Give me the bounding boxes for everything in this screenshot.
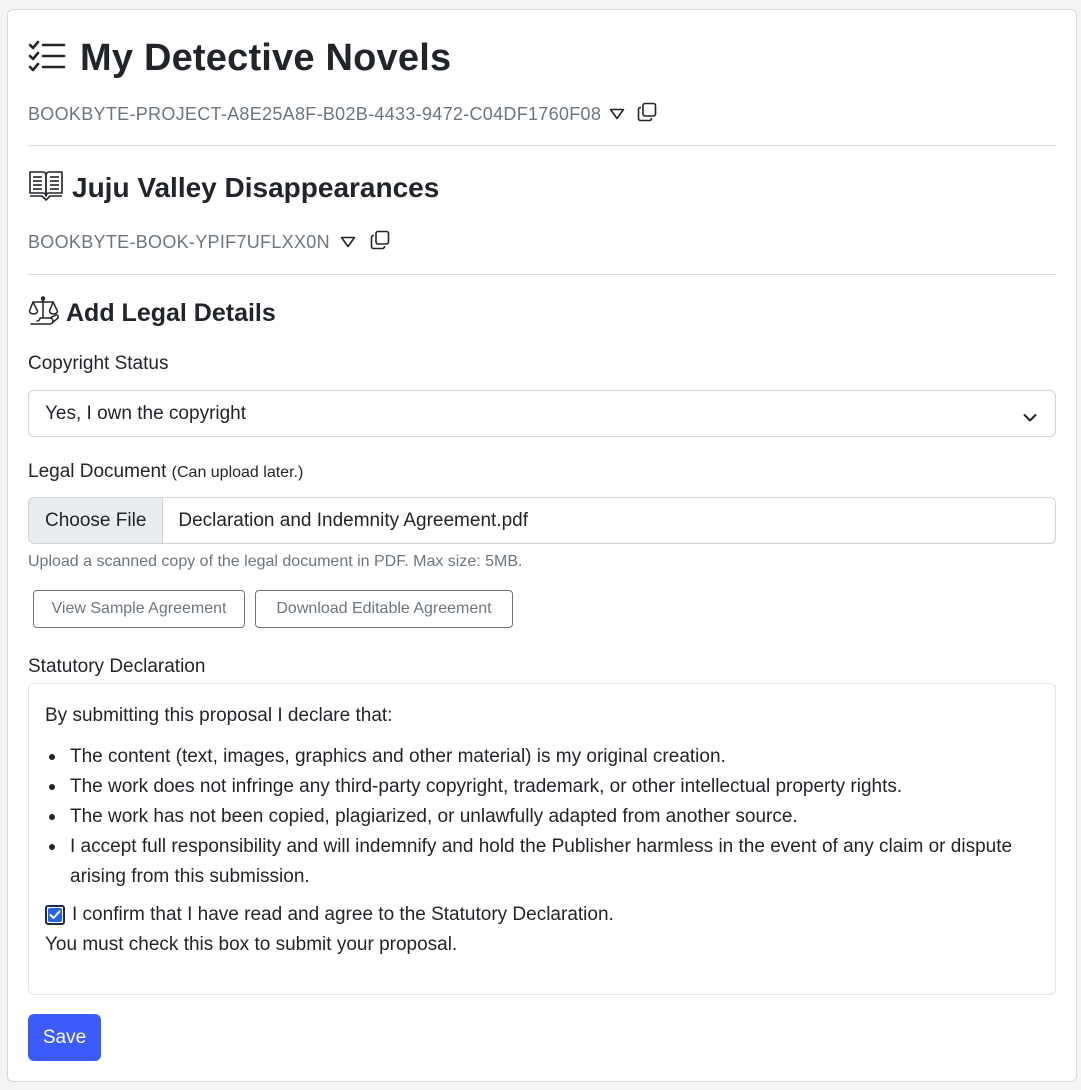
section-header: Add Legal Details bbox=[28, 295, 276, 332]
list-item: The content (text, images, graphics and … bbox=[45, 742, 1035, 772]
book-title: Juju Valley Disappearances bbox=[72, 172, 440, 203]
choose-file-button[interactable]: Choose File bbox=[29, 498, 164, 543]
upload-help-text: Upload a scanned copy of the legal docum… bbox=[28, 553, 523, 570]
selected-file-name: Declaration and Indemnity Agreement.pdf bbox=[178, 509, 528, 531]
copyright-status-value: Yes, I own the copyright bbox=[45, 402, 247, 424]
list-item: The work has not been copied, plagiarize… bbox=[45, 802, 1035, 832]
caret-down-icon[interactable] bbox=[340, 232, 356, 253]
declaration-intro: By submitting this proposal I declare th… bbox=[45, 705, 393, 726]
copy-icon[interactable] bbox=[637, 102, 657, 127]
copyright-status-select[interactable]: Yes, I own the copyright bbox=[28, 390, 1056, 437]
project-id-row: BOOKBYTE-PROJECT-A8E25A8F-B02B-4433-9472… bbox=[28, 102, 657, 127]
project-title: My Detective Novels bbox=[80, 36, 452, 79]
confirm-label[interactable]: I confirm that I have read and agree to … bbox=[72, 904, 614, 926]
statutory-declaration-label: Statutory Declaration bbox=[28, 656, 206, 677]
list-item: I accept full responsibility and will in… bbox=[45, 832, 1035, 892]
view-sample-agreement-button[interactable]: View Sample Agreement bbox=[33, 590, 245, 628]
confirm-row: I confirm that I have read and agree to … bbox=[45, 904, 614, 926]
open-book-icon bbox=[28, 169, 72, 208]
section-title: Add Legal Details bbox=[66, 298, 276, 327]
legal-document-label: Legal Document (Can upload later.) bbox=[28, 461, 303, 483]
download-editable-agreement-button[interactable]: Download Editable Agreement bbox=[255, 590, 513, 628]
must-check-text: You must check this box to submit your p… bbox=[45, 934, 458, 955]
confirm-checkbox[interactable] bbox=[45, 905, 65, 925]
legal-document-note: (Can upload later.) bbox=[171, 464, 304, 481]
copy-icon[interactable] bbox=[370, 230, 390, 255]
project-header: My Detective Novels bbox=[28, 34, 451, 82]
book-id: BOOKBYTE-BOOK-YPIF7UFLXX0N bbox=[28, 232, 330, 252]
statutory-declaration-box: By submitting this proposal I declare th… bbox=[28, 683, 1056, 995]
divider bbox=[28, 145, 1056, 146]
scales-of-justice-icon bbox=[28, 295, 66, 332]
save-button[interactable]: Save bbox=[28, 1014, 101, 1061]
divider bbox=[28, 274, 1056, 275]
project-id: BOOKBYTE-PROJECT-A8E25A8F-B02B-4433-9472… bbox=[28, 104, 602, 124]
chevron-down-icon bbox=[1023, 407, 1037, 429]
legal-document-label-text: Legal Document bbox=[28, 461, 167, 482]
list-item: The work does not infringe any third-par… bbox=[45, 772, 1035, 802]
checklist-icon bbox=[28, 39, 80, 78]
checkmark-icon bbox=[48, 908, 62, 922]
book-id-row: BOOKBYTE-BOOK-YPIF7UFLXX0N bbox=[28, 230, 390, 255]
book-header: Juju Valley Disappearances bbox=[28, 170, 439, 206]
page-card: My Detective Novels BOOKBYTE-PROJECT-A8E… bbox=[7, 9, 1077, 1082]
caret-down-icon[interactable] bbox=[609, 104, 625, 125]
declaration-list: The content (text, images, graphics and … bbox=[45, 742, 1035, 892]
copyright-status-label: Copyright Status bbox=[28, 353, 169, 374]
legal-document-file-input[interactable]: Choose File Declaration and Indemnity Ag… bbox=[28, 497, 1056, 544]
